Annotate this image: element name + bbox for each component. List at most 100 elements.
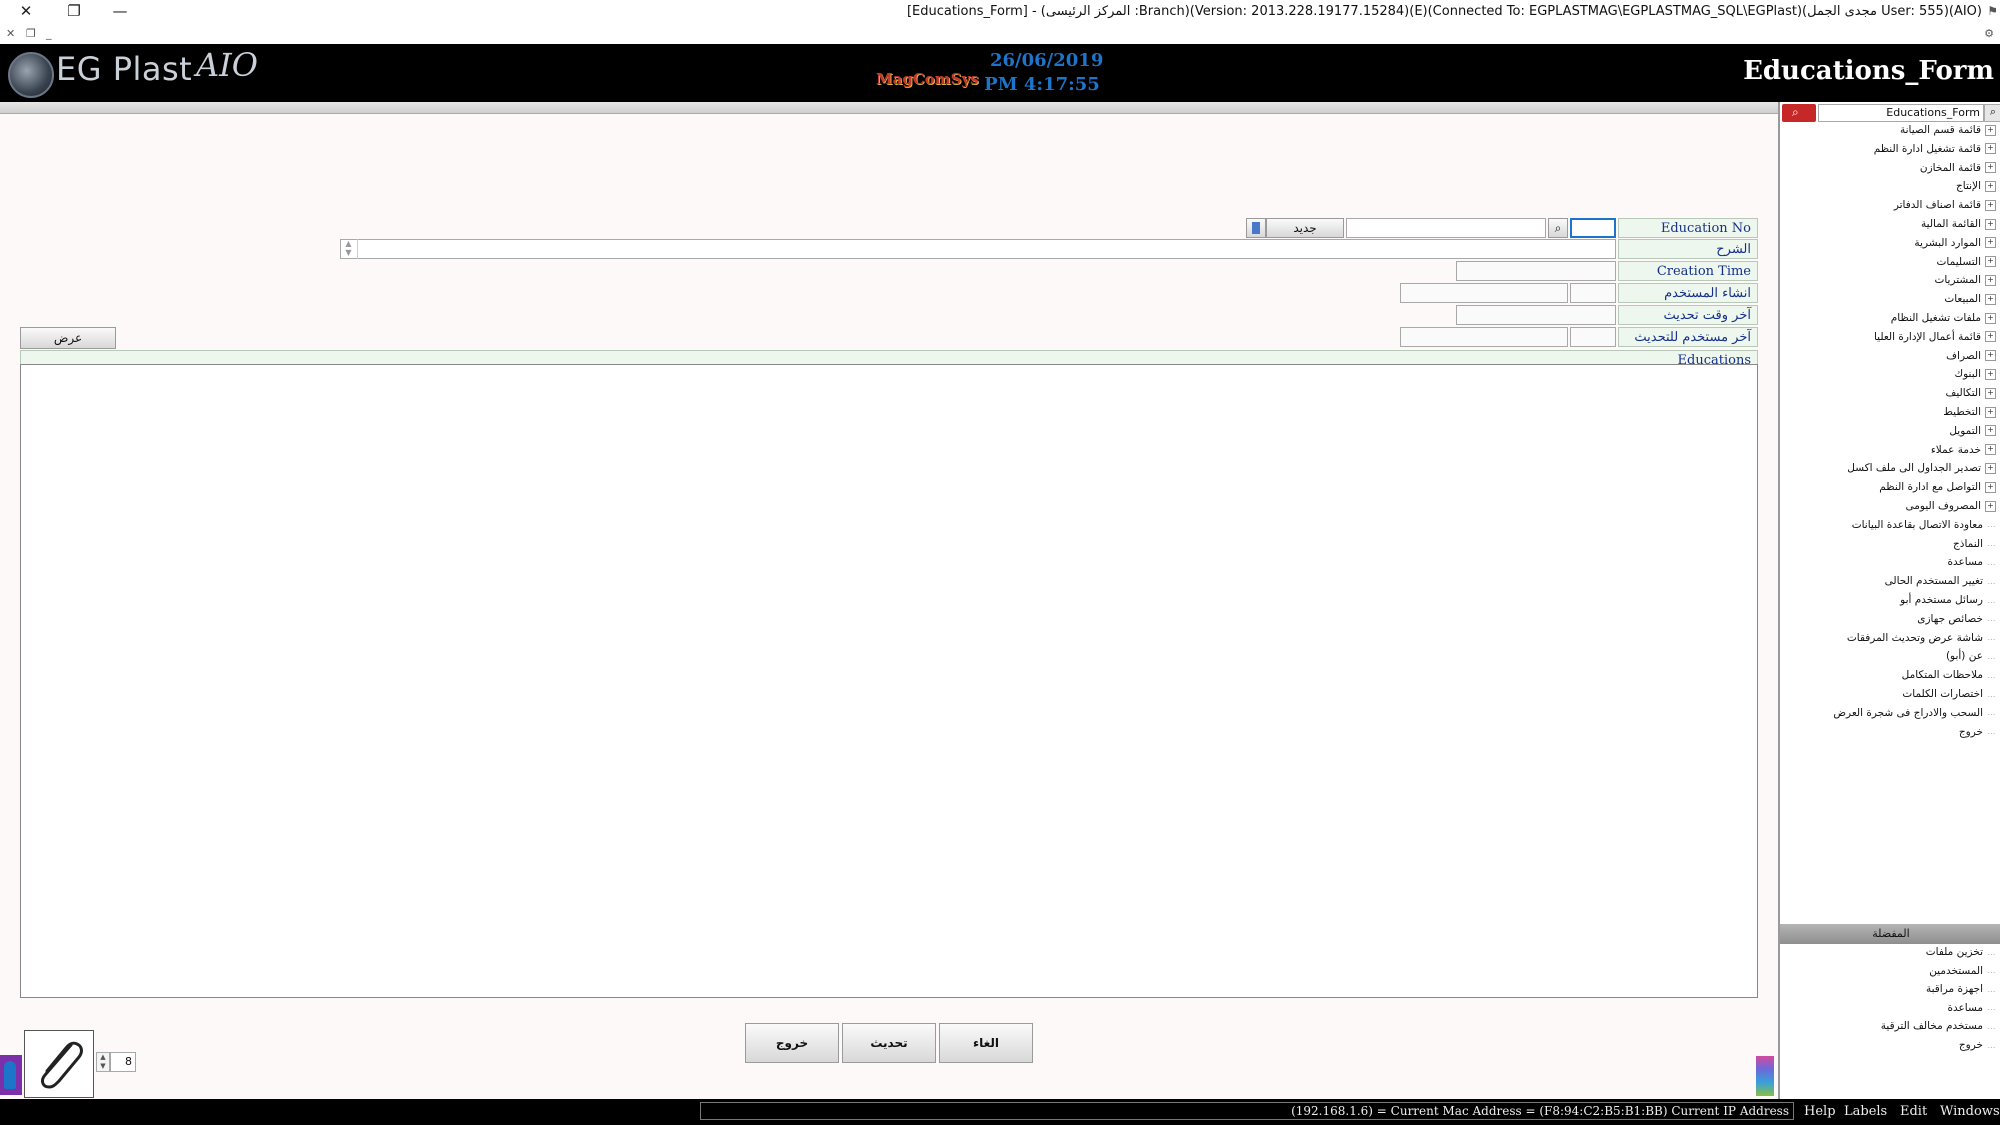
expand-icon[interactable]: + (1985, 274, 1996, 286)
expand-icon[interactable]: + (1985, 180, 1996, 192)
expand-icon[interactable]: + (1985, 350, 1996, 362)
tree-item[interactable]: قائمة اصناف الدفاتر + (1894, 199, 1996, 217)
menu-help[interactable]: Help (1804, 1104, 1836, 1119)
lookup-button[interactable]: ⌕ (1548, 218, 1568, 238)
mdi-restore-button[interactable]: ❐ (26, 27, 36, 40)
tree-item[interactable]: قائمة تشغيل ادارة النظم + (1874, 143, 1996, 161)
tree-item[interactable]: البنوك + (1954, 368, 1996, 386)
tree-item[interactable]: تغيير المستخدم الحالى… (1885, 575, 1996, 593)
minimize-window-button[interactable]: — (108, 2, 132, 20)
tree-item[interactable]: مساعدة… (1948, 556, 1996, 574)
tree-item[interactable]: خدمة عملاء + (1931, 444, 1996, 462)
tree-item[interactable]: رسائل مستخدم أبو… (1900, 594, 1996, 612)
expand-icon[interactable]: + (1985, 199, 1996, 211)
tree-item[interactable]: الموارد البشرية + (1914, 237, 1996, 255)
favorite-item[interactable]: تخزين ملفات… (1926, 946, 1996, 964)
expand-icon[interactable]: + (1985, 256, 1996, 268)
color-palette-icon[interactable] (1756, 1056, 1774, 1096)
leaf-icon: … (1987, 708, 1996, 718)
favorites-header: المفضلة (1780, 924, 2000, 944)
tree-item[interactable]: القائمة المالية + (1921, 218, 1996, 236)
record-nav-button[interactable] (1246, 218, 1266, 238)
close-window-button[interactable]: ✕ (14, 2, 38, 20)
education-no-input[interactable] (1570, 218, 1616, 238)
expand-icon[interactable]: + (1985, 462, 1996, 474)
sidebar-search-input[interactable]: Educations_Form (1818, 104, 1984, 122)
tree-item[interactable]: التكاليف + (1945, 387, 1996, 405)
tree-item[interactable]: تصدير الجداول الى ملف اكسل + (1847, 462, 1996, 480)
company-logo-icon (8, 52, 54, 98)
favorite-item[interactable]: مساعدة… (1948, 1002, 1996, 1020)
tree-item[interactable]: ملاحظات المتكامل… (1902, 669, 1996, 687)
sidebar-find-icon[interactable]: ⌕ (1984, 104, 2000, 122)
leaf-icon: … (1987, 1040, 1996, 1050)
expand-icon[interactable]: + (1985, 237, 1996, 249)
tree-item[interactable]: التسليمات + (1937, 256, 1996, 274)
tree-item[interactable]: السحب والادراج فى شجرة العرض… (1833, 707, 1996, 725)
expand-icon[interactable]: + (1985, 312, 1996, 324)
tree-item[interactable]: قائمة المخازن + (1920, 162, 1996, 180)
expand-icon[interactable]: + (1985, 406, 1996, 418)
expand-icon[interactable]: + (1985, 331, 1996, 343)
expand-icon[interactable]: + (1985, 481, 1996, 493)
description-field[interactable] (340, 239, 1616, 259)
tree-item[interactable]: التخطيط + (1943, 406, 1996, 424)
expand-icon[interactable]: + (1985, 162, 1996, 174)
tree-item[interactable]: الإنتاج + (1956, 180, 1996, 198)
tree-item[interactable]: النماذج… (1953, 538, 1996, 556)
refresh-button[interactable]: تحديث (842, 1023, 936, 1063)
expand-icon[interactable]: + (1985, 387, 1996, 399)
favorite-item[interactable]: اجهزة مراقبة… (1926, 983, 1996, 1001)
sidebar-search-button[interactable]: ⌕ (1782, 104, 1816, 122)
tree-item-label: شاشة عرض وتحديث المرفقات (1846, 631, 1983, 644)
tree-item[interactable]: شاشة عرض وتحديث المرفقات… (1847, 632, 1996, 650)
expand-icon[interactable]: + (1985, 293, 1996, 305)
menu-edit[interactable]: Edit (1900, 1104, 1927, 1119)
educations-grid[interactable] (20, 364, 1758, 998)
attachment-button[interactable] (24, 1030, 94, 1098)
tree-item[interactable]: اختصارات الكلمات… (1902, 688, 1996, 706)
side-tab-marker[interactable] (0, 1055, 22, 1095)
expand-icon[interactable]: + (1985, 143, 1996, 155)
tree-item[interactable]: خروج… (1959, 726, 1996, 744)
restore-window-button[interactable]: ❐ (62, 2, 86, 20)
tree-item[interactable]: المصروف اليومى + (1906, 500, 1996, 518)
attachment-count-stepper[interactable]: ▲ ▼ (96, 1052, 110, 1072)
search-icon: ⌕ (1792, 105, 1799, 119)
expand-icon[interactable]: + (1985, 425, 1996, 437)
mdi-minimize-button[interactable]: _ (46, 27, 52, 40)
menu-labels[interactable]: Labels (1844, 1104, 1887, 1119)
tree-item-label: قائمة تشغيل ادارة النظم (1873, 142, 1981, 155)
tree-item[interactable]: قائمة قسم الصيانة + (1900, 124, 1996, 142)
cancel-button[interactable]: الغاء (939, 1023, 1033, 1063)
tree-item-label: التخطيط (1943, 406, 1981, 418)
favorite-item[interactable]: خروج… (1959, 1039, 1996, 1057)
tree-item[interactable]: عن (أبو)… (1946, 650, 1996, 668)
tree-item[interactable]: ملفات تشغيل النظام + (1891, 312, 1996, 330)
education-search-field[interactable] (1346, 218, 1546, 238)
new-button[interactable]: جديد (1266, 218, 1344, 238)
exit-button[interactable]: خروج (745, 1023, 839, 1063)
favorite-item[interactable]: مستخدم مخالف الترقية… (1881, 1020, 1996, 1038)
education-no-label: Education No (1618, 218, 1758, 238)
description-scroll-arrows[interactable]: ▲ ▼ (340, 239, 358, 259)
tree-item-label: التواصل مع ادارة النظم (1879, 481, 1981, 494)
tree-item[interactable]: خصائص جهازى… (1917, 613, 1996, 631)
expand-icon[interactable]: + (1985, 218, 1996, 230)
tree-item[interactable]: التواصل مع ادارة النظم + (1879, 481, 1996, 499)
expand-icon[interactable]: + (1985, 444, 1996, 456)
expand-icon[interactable]: + (1985, 368, 1996, 380)
menu-windows[interactable]: Windows (1940, 1104, 2000, 1119)
favorite-item[interactable]: المستخدمين… (1929, 965, 1996, 983)
settings-gear-icon[interactable]: ⚙ (1984, 27, 1994, 40)
display-button[interactable]: عرض (20, 327, 116, 349)
tree-item[interactable]: قائمة أعمال الإدارة العليا + (1874, 331, 1996, 349)
expand-icon[interactable]: + (1985, 124, 1996, 136)
tree-item[interactable]: معاودة الاتصال بقاعدة البيانات… (1852, 519, 1996, 537)
tree-item[interactable]: التمويل + (1949, 425, 1996, 443)
tree-item[interactable]: المشتريات + (1934, 274, 1996, 292)
expand-icon[interactable]: + (1985, 500, 1996, 512)
mdi-close-button[interactable]: ✕ (6, 27, 15, 40)
tree-item[interactable]: المبيعات + (1944, 293, 1996, 311)
tree-item[interactable]: الصراف + (1946, 350, 1996, 368)
